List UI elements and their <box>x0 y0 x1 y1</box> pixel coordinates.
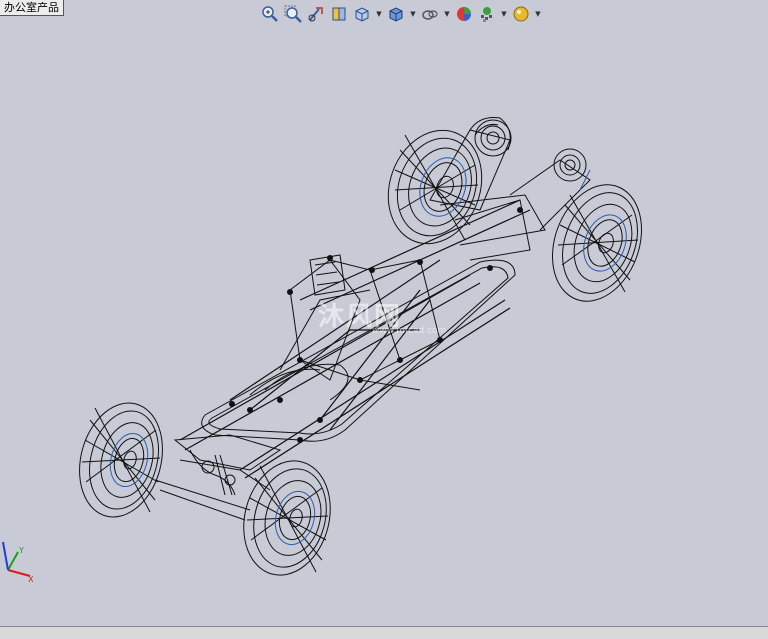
wheel-front-right <box>552 184 642 302</box>
hide-show-dropdown-icon[interactable]: ▼ <box>443 4 451 24</box>
status-bar <box>0 626 768 639</box>
view-orientation-icon[interactable] <box>352 4 372 24</box>
y-axis-arrow <box>7 551 19 571</box>
view-settings-dropdown-icon[interactable]: ▼ <box>534 4 542 24</box>
feature-tree-tab[interactable]: 办公室产品 <box>0 0 64 16</box>
coordinate-triad: X Y <box>2 541 34 584</box>
heads-up-view-toolbar: ▼ ▼ ▼ ▼ ▼ <box>260 3 542 25</box>
x-axis-label: X <box>28 575 34 584</box>
apply-scene-icon[interactable] <box>477 4 497 24</box>
z-axis-arrow <box>2 541 9 571</box>
view-settings-icon[interactable] <box>511 4 531 24</box>
previous-view-icon[interactable] <box>306 4 326 24</box>
display-style-icon[interactable] <box>386 4 406 24</box>
graphics-viewport[interactable]: 沐风网 www.mfcad.com 办公室产品 ▼ ▼ ▼ ▼ ▼ X Y <box>0 0 768 626</box>
front-suspension <box>429 117 591 261</box>
zoom-to-area-icon[interactable] <box>283 4 303 24</box>
watermark-url: www.mfcad.com <box>372 326 447 336</box>
section-view-icon[interactable] <box>329 4 349 24</box>
wheel-rear-left <box>79 402 163 518</box>
apply-scene-dropdown-icon[interactable]: ▼ <box>500 4 508 24</box>
wheel-rear-right <box>243 460 331 576</box>
y-axis-label: Y <box>18 546 24 555</box>
display-style-dropdown-icon[interactable]: ▼ <box>409 4 417 24</box>
zoom-to-fit-icon[interactable] <box>260 4 280 24</box>
view-orientation-dropdown-icon[interactable]: ▼ <box>375 4 383 24</box>
edit-appearance-icon[interactable] <box>454 4 474 24</box>
x-axis-arrow <box>7 569 31 577</box>
hide-show-items-icon[interactable] <box>420 4 440 24</box>
wheel-front-left <box>387 129 483 245</box>
